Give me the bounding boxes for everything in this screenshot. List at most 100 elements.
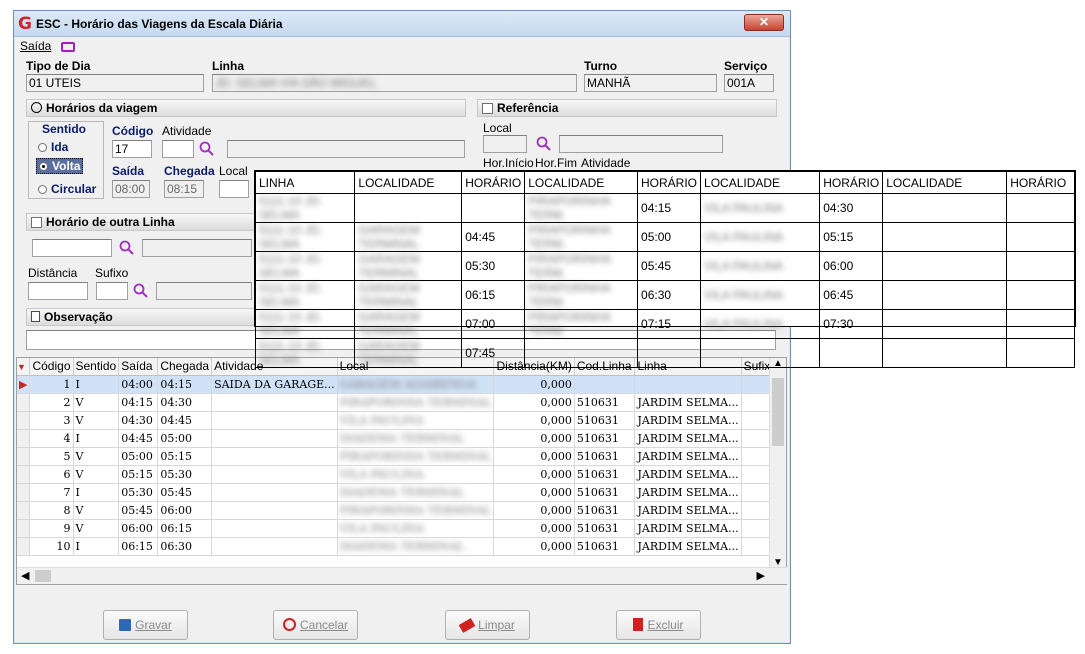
- table-cell-saida[interactable]: 04:45: [118, 429, 159, 448]
- outra-linha-desc-field[interactable]: [142, 239, 252, 257]
- table-cell-sentido[interactable]: V: [73, 447, 120, 466]
- table-cell-linha[interactable]: JARDIM SELMA...: [634, 411, 742, 430]
- table-cell-codigo[interactable]: 2: [29, 393, 74, 412]
- row-indicator[interactable]: [17, 465, 31, 484]
- col-chegada[interactable]: Chegada: [157, 358, 213, 376]
- table-cell-distancia[interactable]: 0,000: [493, 501, 575, 520]
- table-cell-chegada[interactable]: 05:00: [157, 429, 213, 448]
- sufixo-search-icon[interactable]: [133, 283, 149, 299]
- distancia-field[interactable]: [28, 282, 88, 300]
- table-cell-local[interactable]: PIRAPORINHA TERMINAL: [337, 393, 495, 412]
- radio-circular[interactable]: Circular: [38, 182, 96, 196]
- tipo-dia-field[interactable]: 01 UTEIS: [26, 74, 204, 92]
- table-cell-linha[interactable]: JARDIM SELMA...: [634, 483, 742, 502]
- saida-field[interactable]: 08:00: [112, 180, 150, 198]
- table-cell-distancia[interactable]: 0,000: [493, 483, 575, 502]
- table-cell-chegada[interactable]: 06:30: [157, 537, 213, 556]
- table-cell-linha[interactable]: JARDIM SELMA...: [634, 537, 742, 556]
- table-cell-sentido[interactable]: I: [73, 483, 120, 502]
- table-cell-atividade[interactable]: [211, 393, 338, 412]
- table-cell-sentido[interactable]: I: [73, 375, 120, 394]
- hscroll-thumb[interactable]: [35, 570, 51, 582]
- linha-field[interactable]: JD. SELMA VIA SÃO MIGUEL: [212, 74, 577, 92]
- table-cell-codigo[interactable]: 8: [29, 501, 74, 520]
- table-cell-chegada[interactable]: 05:15: [157, 447, 213, 466]
- table-cell-linha[interactable]: [634, 375, 742, 394]
- radio-volta[interactable]: Volta: [36, 158, 84, 174]
- table-cell-linha[interactable]: JARDIM SELMA...: [634, 393, 742, 412]
- table-row[interactable]: 10 I 06:15 06:30 DIADEMA TERMINAL 0,000 510631…: [17, 537, 787, 556]
- outra-linha-checkbox[interactable]: [31, 217, 42, 229]
- table-cell-cod-linha[interactable]: 510631: [574, 483, 636, 502]
- table-cell-atividade[interactable]: [211, 429, 338, 448]
- row-indicator[interactable]: [17, 393, 31, 412]
- table-cell-distancia[interactable]: 0,000: [493, 537, 575, 556]
- table-cell-sentido[interactable]: V: [73, 519, 120, 538]
- row-indicator[interactable]: [17, 501, 31, 520]
- table-cell-local[interactable]: DIADEMA TERMINAL: [337, 537, 495, 556]
- table-row[interactable]: 3 V 04:30 04:45 VILA PAULINA 0,000 510631 JARDI…: [17, 411, 787, 430]
- table-cell-chegada[interactable]: 04:45: [157, 411, 213, 430]
- table-cell-local[interactable]: PIRAPORINHA TERMINAL: [337, 501, 495, 520]
- servico-field[interactable]: 001A: [724, 74, 774, 92]
- excluir-button[interactable]: Excluir: [616, 610, 701, 640]
- table-row[interactable]: 4 I 04:45 05:00 DIADEMA TERMINAL 0,000 510631 J…: [17, 429, 787, 448]
- limpar-button[interactable]: Limpar: [445, 610, 530, 640]
- table-cell-chegada[interactable]: 05:30: [157, 465, 213, 484]
- ref-local-field[interactable]: [483, 135, 527, 153]
- table-cell-saida[interactable]: 06:15: [118, 537, 159, 556]
- table-cell-codigo[interactable]: 7: [29, 483, 74, 502]
- atividade-desc-field[interactable]: [227, 140, 465, 158]
- outra-linha-search-icon[interactable]: [119, 240, 135, 256]
- table-cell-distancia[interactable]: 0,000: [493, 429, 575, 448]
- table-cell-local[interactable]: DIADEMA TERMINAL: [337, 429, 495, 448]
- scroll-left-icon[interactable]: ◀: [21, 569, 29, 582]
- table-cell-atividade[interactable]: [211, 447, 338, 466]
- table-cell-linha[interactable]: JARDIM SELMA...: [634, 519, 742, 538]
- row-indicator[interactable]: [17, 447, 31, 466]
- col-saida[interactable]: Saída: [118, 358, 159, 376]
- row-indicator[interactable]: [17, 483, 31, 502]
- table-cell-cod-linha[interactable]: 510631: [574, 465, 636, 484]
- table-cell-chegada[interactable]: 06:00: [157, 501, 213, 520]
- turno-field[interactable]: MANHÃ: [584, 74, 717, 92]
- table-cell-chegada[interactable]: 04:30: [157, 393, 213, 412]
- table-cell-linha[interactable]: JARDIM SELMA...: [634, 429, 742, 448]
- table-cell-cod-linha[interactable]: 510631: [574, 411, 636, 430]
- table-cell-codigo[interactable]: 5: [29, 447, 74, 466]
- table-cell-atividade[interactable]: [211, 465, 338, 484]
- table-row[interactable]: 6 V 05:15 05:30 VILA PAULINA 0,000 510631 JARDI…: [17, 465, 787, 484]
- table-cell-sentido[interactable]: I: [73, 537, 120, 556]
- table-cell-atividade[interactable]: [211, 537, 338, 556]
- table-cell-chegada[interactable]: 06:15: [157, 519, 213, 538]
- table-cell-codigo[interactable]: 10: [29, 537, 74, 556]
- atividade-field[interactable]: [162, 140, 194, 158]
- table-cell-saida[interactable]: 05:45: [118, 501, 159, 520]
- table-cell-local[interactable]: VILA PAULINA: [337, 465, 495, 484]
- referencia-checkbox[interactable]: [482, 103, 493, 115]
- menu-sair[interactable]: Saída: [20, 39, 51, 53]
- ref-local-desc-field[interactable]: [559, 135, 723, 153]
- table-cell-distancia[interactable]: 0,000: [493, 465, 575, 484]
- table-cell-cod-linha[interactable]: 510631: [574, 501, 636, 520]
- table-cell-codigo[interactable]: 1: [29, 375, 74, 394]
- atividade-search-icon[interactable]: [199, 141, 215, 157]
- table-cell-sentido[interactable]: I: [73, 429, 120, 448]
- sufixo-desc-field[interactable]: [156, 282, 252, 300]
- chegada-field[interactable]: 08:15: [164, 180, 204, 198]
- trips-grid[interactable]: ▼ Código Sentido Saída Chegada Atividade…: [16, 357, 787, 585]
- table-cell-codigo[interactable]: 9: [29, 519, 74, 538]
- table-row[interactable]: 5 V 05:00 05:15 PIRAPORINHA TERMINAL 0,000 510…: [17, 447, 787, 466]
- table-row[interactable]: 2 V 04:15 04:30 PIRAPORINHA TERMINAL 0,000 510…: [17, 393, 787, 412]
- table-cell-distancia[interactable]: 0,000: [493, 411, 575, 430]
- current-row-arrow-icon[interactable]: ▶: [17, 375, 31, 394]
- grid-horizontal-scrollbar[interactable]: ◀ ▶: [17, 567, 787, 584]
- table-cell-local[interactable]: VILA PAULINA: [337, 411, 495, 430]
- table-cell-saida[interactable]: 05:30: [118, 483, 159, 502]
- table-cell-linha[interactable]: JARDIM SELMA...: [634, 501, 742, 520]
- col-codigo[interactable]: Código: [29, 358, 74, 376]
- table-cell-chegada[interactable]: 04:15: [157, 375, 213, 394]
- table-cell-atividade[interactable]: [211, 519, 338, 538]
- table-cell-cod-linha[interactable]: 510631: [574, 447, 636, 466]
- table-cell-cod-linha[interactable]: 510631: [574, 537, 636, 556]
